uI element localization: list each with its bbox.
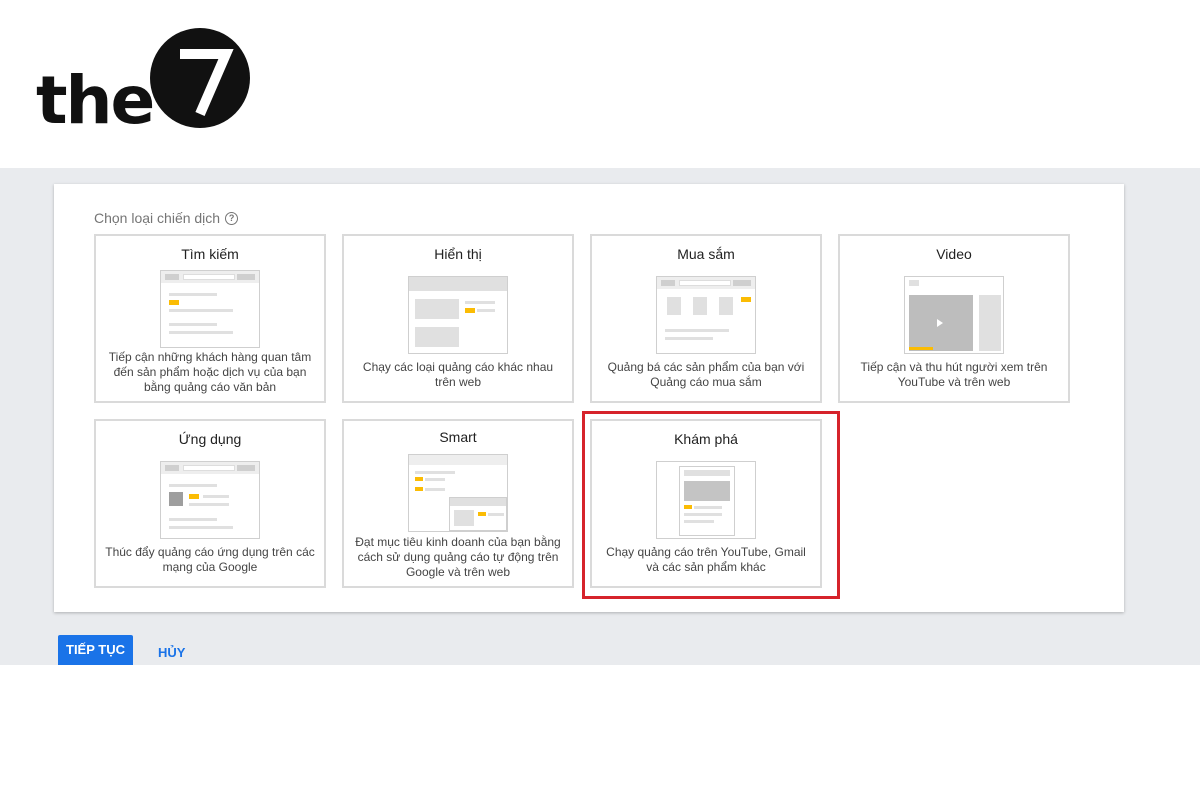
campaign-tile-app[interactable]: Ứng dụng Thúc đẩy quảng cáo ứng dụng trê… <box>94 419 326 588</box>
video-illustration-icon <box>904 276 1004 354</box>
tile-description: Tiếp cận và thu hút người xem trên YouTu… <box>860 360 1048 389</box>
display-illustration-icon <box>408 276 508 354</box>
tile-title: Tìm kiếm <box>181 246 239 262</box>
selected-highlight-frame <box>582 411 840 599</box>
tile-title: Hiển thị <box>434 246 482 262</box>
campaign-tile-video[interactable]: Video Tiếp cận và thu hút người xem trên… <box>838 234 1070 403</box>
campaign-tile-search[interactable]: Tìm kiếm Tiếp cận những khách hàng quan … <box>94 234 326 403</box>
page-heading: Chọn loại chiến dịch ? <box>94 210 239 226</box>
campaign-type-panel: Chọn loại chiến dịch ? Tìm kiếm Tiếp cận… <box>0 168 1200 665</box>
tile-title: Mua sắm <box>677 246 735 262</box>
campaign-tile-display[interactable]: Hiển thị Chạy các loại quảng cáo khác nh… <box>342 234 574 403</box>
campaign-tile-smart[interactable]: Smart Đạt mục tiêu kinh doanh của bạn bằ… <box>342 419 574 588</box>
campaign-type-card: Chọn loại chiến dịch ? Tìm kiếm Tiếp cận… <box>54 184 1124 612</box>
cancel-button[interactable]: HỦY <box>158 645 185 660</box>
smart-illustration-icon <box>408 454 508 532</box>
tile-description: Quảng bá các sản phẩm của bạn với Quảng … <box>607 360 805 389</box>
seven-logo-icon <box>180 49 234 116</box>
brand-logo-text: the <box>36 62 155 139</box>
brand-logo: the <box>36 28 266 139</box>
shopping-illustration-icon <box>656 276 756 354</box>
campaign-tile-shopping[interactable]: Mua sắm Quảng bá các sản phẩm của bạn vớ… <box>590 234 822 403</box>
tile-description: Tiếp cận những khách hàng quan tâm đến s… <box>108 350 312 394</box>
tile-title: Smart <box>439 429 477 445</box>
play-icon <box>937 319 943 327</box>
tile-description: Đạt mục tiêu kinh doanh của bạn bằng các… <box>355 535 561 579</box>
tile-description: Chạy các loại quảng cáo khác nhau trên w… <box>362 360 554 389</box>
search-illustration-icon <box>160 270 260 348</box>
tile-title: Ứng dụng <box>178 431 242 447</box>
page-heading-text: Chọn loại chiến dịch <box>94 210 221 226</box>
tile-title: Video <box>936 246 972 262</box>
help-circle-icon[interactable]: ? <box>225 211 239 225</box>
tile-description: Thúc đẩy quảng cáo ứng dụng trên các mạn… <box>105 545 315 574</box>
continue-button[interactable]: TIẾP TỤC <box>58 635 133 665</box>
app-illustration-icon <box>160 461 260 539</box>
